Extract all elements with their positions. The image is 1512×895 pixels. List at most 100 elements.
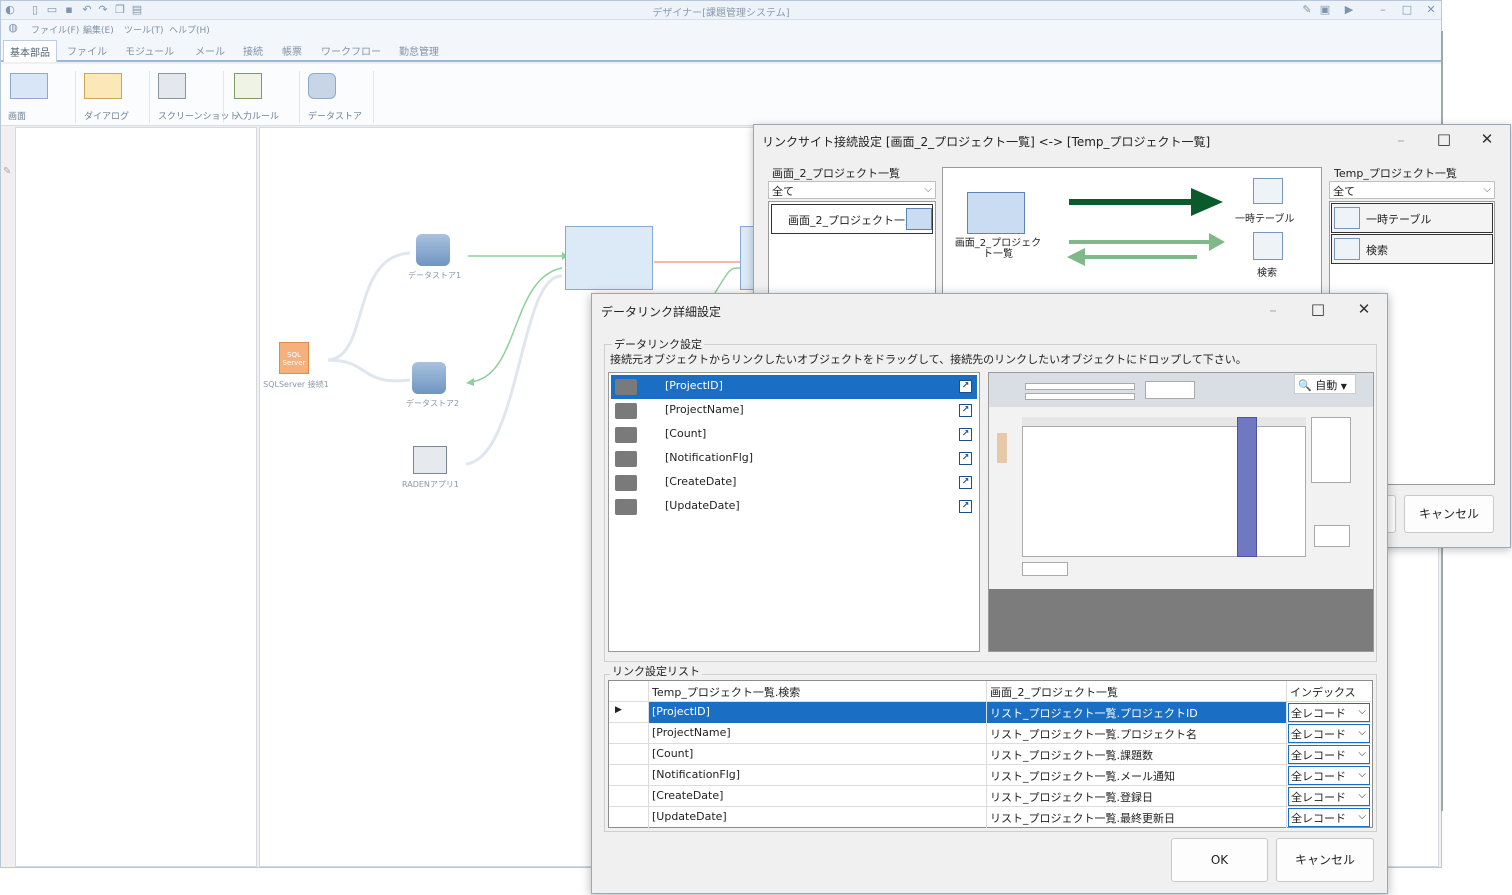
menu-tools[interactable]: ツール(T)	[124, 23, 164, 36]
zoom-select[interactable]: 🔍 自動 ▼	[1294, 374, 1356, 394]
maximize-icon[interactable]: □	[1303, 302, 1333, 317]
target-cell[interactable]: リスト_プロジェクト一覧.プロジェクト名	[987, 723, 1287, 744]
list-item[interactable]: 検索	[1331, 234, 1493, 264]
column-header-target[interactable]: 画面_2_プロジェクト一覧	[987, 681, 1287, 702]
index-select[interactable]: 全レコード ⌵	[1288, 745, 1370, 764]
component-tree-panel[interactable]	[15, 127, 257, 867]
tab-report[interactable]: 帳票	[282, 43, 302, 58]
run-icon[interactable]: ▶	[1343, 4, 1355, 16]
left-filter-select[interactable]: 全て ⌵	[768, 181, 936, 199]
field-row[interactable]: [UpdateDate] ↗	[611, 495, 977, 519]
link-arrows	[1067, 188, 1225, 266]
link-arrow-icon[interactable]: ↗	[959, 428, 972, 441]
source-cell[interactable]: [Count]	[649, 744, 987, 765]
tab-attendance[interactable]: 勤怠管理	[399, 43, 439, 58]
field-row[interactable]: [ProjectName] ↗	[611, 399, 977, 423]
maximize-icon[interactable]: □	[1429, 132, 1459, 147]
source-cell[interactable]: [ProjectID]	[649, 702, 987, 723]
index-value: 全レコード	[1291, 707, 1346, 720]
link-arrow-icon[interactable]: ↗	[959, 500, 972, 513]
print-icon[interactable]: ▣	[1319, 4, 1331, 16]
tab-mail[interactable]: メール	[195, 43, 225, 58]
search-icon	[1334, 238, 1360, 260]
radenapp-icon[interactable]	[413, 446, 447, 474]
menu-file[interactable]: ファイル(F)	[31, 23, 79, 36]
target-cell[interactable]: リスト_プロジェクト一覧.プロジェクトID	[987, 702, 1287, 723]
close-icon[interactable]: ✕	[1349, 302, 1379, 317]
link-arrow-icon[interactable]: ↗	[959, 476, 972, 489]
index-value: 全レコード	[1291, 728, 1346, 741]
screen-node-icon[interactable]	[565, 226, 653, 290]
cancel-button[interactable]: キャンセル	[1276, 838, 1374, 882]
table-row[interactable]: [ProjectName] リスト_プロジェクト一覧.プロジェクト名 全レコード…	[609, 723, 1371, 744]
ribbon-dialog-button[interactable]: ダイアログ	[78, 71, 150, 123]
data-link-detail-dialog: データリンク詳細設定 – □ ✕ データリンク設定 接続元オブジェクトからリンク…	[591, 293, 1388, 894]
table-row[interactable]: [UpdateDate] リスト_プロジェクト一覧.最終更新日 全レコード ⌵	[609, 807, 1371, 828]
pin-icon[interactable]: ✎	[3, 166, 11, 177]
table-row[interactable]: [CreateDate] リスト_プロジェクト一覧.登録日 全レコード ⌵	[609, 786, 1371, 807]
preview-side-button	[1314, 525, 1350, 547]
table-row[interactable]: [Count] リスト_プロジェクト一覧.課題数 全レコード ⌵	[609, 744, 1371, 765]
minimize-icon[interactable]: –	[1377, 4, 1389, 16]
maximize-icon[interactable]: □	[1401, 4, 1413, 16]
source-field-list[interactable]: [ProjectID] ↗ [ProjectName] ↗ [Count] ↗ …	[608, 372, 980, 652]
minimize-icon[interactable]: –	[1386, 133, 1416, 148]
ribbon-datastore-button[interactable]: データストア	[302, 71, 374, 123]
menu-edit[interactable]: 編集(E)	[83, 23, 114, 36]
target-cell[interactable]: リスト_プロジェクト一覧.メール通知	[987, 765, 1287, 786]
source-cell[interactable]: [CreateDate]	[649, 786, 987, 807]
section-title: データリンク設定	[612, 336, 704, 352]
row-header-cell	[609, 807, 649, 828]
column-header-source[interactable]: Temp_プロジェクト一覧.検索	[649, 681, 987, 702]
ribbon-screenshot-button[interactable]: スクリーンショット	[152, 71, 239, 123]
index-select[interactable]: 全レコード ⌵	[1288, 703, 1370, 722]
column-header-index[interactable]: インデックス	[1287, 681, 1371, 702]
table-row[interactable]: ▶ [ProjectID] リスト_プロジェクト一覧.プロジェクトID 全レコー…	[609, 702, 1371, 723]
list-item[interactable]: 一時テーブル	[1331, 203, 1493, 233]
link-arrow-icon[interactable]: ↗	[959, 452, 972, 465]
index-select[interactable]: 全レコード ⌵	[1288, 724, 1370, 743]
tab-workflow[interactable]: ワークフロー	[321, 43, 381, 58]
target-cell[interactable]: リスト_プロジェクト一覧.課題数	[987, 744, 1287, 765]
link-cancel-button[interactable]: キャンセル	[1404, 495, 1494, 533]
table-row[interactable]: [NotificationFlg] リスト_プロジェクト一覧.メール通知 全レコ…	[609, 765, 1371, 786]
list-item-label: 一時テーブル	[1366, 213, 1432, 226]
link-settings-grid[interactable]: Temp_プロジェクト一覧.検索 画面_2_プロジェクト一覧 インデックス ▶ …	[608, 680, 1373, 828]
screen-object-icon[interactable]	[967, 192, 1025, 234]
target-cell[interactable]: リスト_プロジェクト一覧.登録日	[987, 786, 1287, 807]
right-filter-select[interactable]: 全て ⌵	[1329, 181, 1495, 199]
sqlserver-icon[interactable]: SQL Server	[279, 342, 309, 374]
source-cell[interactable]: [UpdateDate]	[649, 807, 987, 828]
datastore1-icon[interactable]	[416, 234, 450, 266]
source-cell[interactable]: [NotificationFlg]	[649, 765, 987, 786]
menu-bar: ◍ ファイル(F) 編集(E) ツール(T) ヘルプ(H)	[1, 20, 1441, 38]
field-row[interactable]: [NotificationFlg] ↗	[611, 447, 977, 471]
ok-button[interactable]: OK	[1171, 838, 1268, 882]
close-icon[interactable]: ✕	[1472, 132, 1502, 147]
tab-file[interactable]: ファイル	[67, 43, 107, 58]
index-select[interactable]: 全レコード ⌵	[1288, 766, 1370, 785]
source-cell[interactable]: [ProjectName]	[649, 723, 987, 744]
field-row[interactable]: [ProjectID] ↗	[611, 375, 977, 399]
tab-basic-parts[interactable]: 基本部品	[3, 40, 57, 62]
tab-connection[interactable]: 接続	[243, 43, 263, 58]
index-select[interactable]: 全レコード ⌵	[1288, 787, 1370, 806]
datastore2-icon[interactable]	[412, 362, 446, 394]
close-icon[interactable]: ✕	[1425, 4, 1437, 16]
list-item[interactable]: 画面_2_プロジェクト一覧	[771, 204, 933, 234]
menu-help[interactable]: ヘルプ(H)	[169, 23, 210, 36]
field-row[interactable]: [Count] ↗	[611, 423, 977, 447]
tab-module[interactable]: モジュール	[125, 43, 174, 58]
search-icon[interactable]	[1253, 232, 1283, 260]
link-arrow-icon[interactable]: ↗	[959, 380, 972, 393]
table-icon[interactable]	[1253, 178, 1283, 204]
edit-icon[interactable]: ✎	[1301, 4, 1313, 16]
ribbon-screen-button[interactable]: 画面	[4, 71, 76, 123]
screen-preview[interactable]: 🔍 自動 ▼	[988, 372, 1374, 652]
link-arrow-icon[interactable]: ↗	[959, 404, 972, 417]
ribbon-input-rule-button[interactable]: 入力ルール	[228, 71, 300, 123]
index-select[interactable]: 全レコード ⌵	[1288, 808, 1370, 827]
field-row[interactable]: [CreateDate] ↗	[611, 471, 977, 495]
minimize-icon[interactable]: –	[1258, 303, 1288, 318]
target-cell[interactable]: リスト_プロジェクト一覧.最終更新日	[987, 807, 1287, 828]
